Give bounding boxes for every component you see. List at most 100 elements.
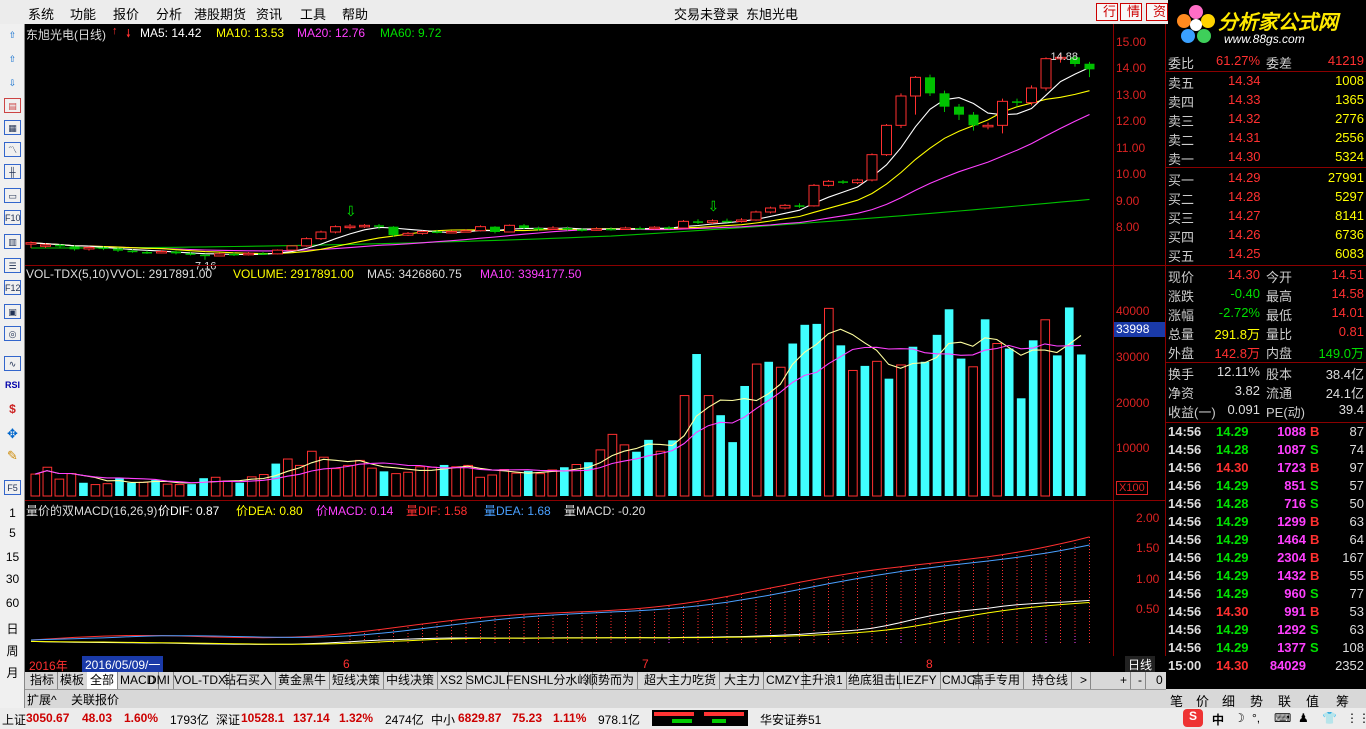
stat-label: 股本 — [1266, 367, 1293, 382]
period-month[interactable]: 月 — [0, 664, 25, 681]
news-button[interactable]: 资 — [1146, 3, 1168, 21]
tab-21[interactable]: 高手专用 — [969, 672, 1025, 689]
volume-bar — [487, 474, 498, 497]
tab-7[interactable]: 黄金黑牛 — [275, 672, 331, 689]
chart-area[interactable]: ⇩ ⇩ 14.88 7.16 — [25, 24, 1113, 656]
pencil-icon[interactable]: ✎ — [4, 448, 21, 463]
tab-12[interactable]: FENSHL分水岭 — [503, 672, 594, 689]
buy-row: 买五 14.25 6083 — [1166, 245, 1366, 264]
window-icon[interactable]: ▭ — [4, 188, 21, 203]
tick-price: 14.29 — [1216, 568, 1249, 583]
tab-4[interactable]: DMI — [145, 672, 174, 689]
period-indicator[interactable]: 日线 — [1125, 656, 1156, 673]
tab-6[interactable]: 钻石买入 — [221, 672, 277, 689]
menu-analysis[interactable]: 分析 — [156, 4, 182, 23]
menu-tools[interactable]: 工具 — [300, 4, 326, 23]
quote-button[interactable]: 行 — [1096, 3, 1118, 21]
tab-15[interactable]: 大主力 — [721, 672, 765, 689]
period-week[interactable]: 周 — [0, 642, 25, 659]
order-ratio-value: 61.27% — [1216, 53, 1261, 68]
tab-23[interactable]: > — [1077, 672, 1092, 689]
info-button[interactable]: 情 — [1120, 3, 1142, 21]
fundamental-row: 换手 12.11% 股本 38.4亿 — [1166, 363, 1366, 382]
arrow-up-icon[interactable]: ⇧ — [4, 28, 21, 43]
tick-side: B — [1310, 604, 1320, 619]
document-icon[interactable]: ▥ — [4, 234, 21, 249]
zoom-control-2[interactable]: 0 — [1153, 672, 1167, 689]
tick-volume: 960 — [1284, 586, 1306, 601]
tab-18[interactable]: 绝底狙击 — [845, 672, 901, 689]
f10-icon[interactable]: F10 — [4, 210, 21, 225]
tick-row: 14:56 14.28 716 S 50 — [1166, 495, 1366, 514]
menu-system[interactable]: 系统 — [28, 4, 54, 23]
sogou-s-icon[interactable]: S — [1183, 709, 1203, 727]
tab-1[interactable]: 模板 — [57, 672, 89, 689]
menu-hk-futures[interactable]: 港股期货 — [194, 4, 246, 23]
circle-icon[interactable]: ◎ — [4, 326, 21, 341]
tab-0[interactable]: 指标 — [27, 672, 59, 689]
candle — [895, 95, 907, 126]
shirt-icon[interactable]: 👕 — [1322, 711, 1337, 725]
period-day[interactable]: 日 — [0, 620, 25, 637]
tab-17[interactable]: 主升浪1 — [797, 672, 847, 689]
zoom-control-0[interactable]: + — [1117, 672, 1132, 689]
menu-quote[interactable]: 报价 — [113, 4, 139, 23]
arrow-down-icon[interactable]: ⇩ — [4, 76, 21, 91]
moon-icon[interactable]: ☽ — [1234, 711, 1245, 725]
tab-8[interactable]: 短线决策 — [329, 672, 385, 689]
punct-icon[interactable]: °, — [1252, 711, 1260, 725]
menu-function[interactable]: 功能 — [70, 4, 96, 23]
move-icon[interactable]: ✥ — [4, 426, 21, 441]
period-15min[interactable]: 15 — [0, 550, 25, 564]
stat-value: -2.72% — [1218, 305, 1260, 320]
menu-news[interactable]: 资讯 — [256, 4, 282, 23]
keyboard-icon[interactable]: ⌨ — [1274, 711, 1291, 725]
chart-canvas[interactable]: ⇩ ⇩14.887.16 — [25, 24, 1113, 656]
list-icon[interactable]: ☰ — [4, 258, 21, 273]
period-5min[interactable]: 5 — [0, 526, 25, 540]
grid-icon[interactable]: ▣ — [4, 304, 21, 319]
quote-price: 14.30 — [1228, 149, 1261, 164]
period-1min[interactable]: 1 — [0, 506, 25, 520]
axis-label: 0.50 — [1136, 602, 1160, 616]
period-60min[interactable]: 60 — [0, 596, 25, 610]
axis-label: 11.00 — [1116, 141, 1146, 155]
f5-icon[interactable]: F5 — [4, 480, 21, 495]
dollar-icon[interactable]: $ — [4, 402, 21, 417]
tab-9[interactable]: 中线决策 — [383, 672, 439, 689]
period-30min[interactable]: 30 — [0, 572, 25, 586]
f12-icon[interactable]: F12 — [4, 280, 21, 295]
candle — [402, 232, 414, 236]
candle — [750, 211, 762, 221]
tab-14[interactable]: 超大主力吃货 — [641, 672, 721, 689]
candle — [954, 106, 964, 115]
sell-row: 卖三 14.32 2776 — [1166, 110, 1366, 129]
person-icon[interactable]: ♟ — [1298, 711, 1309, 725]
tick-price: 14.29 — [1216, 478, 1249, 493]
stat-value: 12.11% — [1216, 364, 1260, 379]
menu-help[interactable]: 帮助 — [342, 4, 368, 23]
table-icon[interactable]: ▦ — [4, 120, 21, 135]
volume-bar — [102, 483, 113, 497]
report-icon[interactable]: ▤ — [4, 98, 21, 113]
related-quote-button[interactable]: 关联报价 — [71, 691, 119, 708]
rsi-icon[interactable]: RSI — [4, 378, 21, 393]
price-dea-line — [30, 602, 1090, 645]
stat-label: 涨幅 — [1168, 308, 1195, 323]
candle — [200, 254, 210, 257]
arrow-up-icon[interactable]: ⇧ — [4, 52, 21, 67]
tab-22[interactable]: 持仓线 — [1029, 672, 1073, 689]
tab-19[interactable]: LIEZFY — [893, 672, 941, 689]
grid-menu-icon[interactable]: ⋮⋮ — [1346, 711, 1366, 725]
line-chart-icon[interactable]: 〽 — [4, 142, 21, 157]
ime-mode[interactable]: 中 — [1212, 711, 1224, 728]
login-status[interactable]: 交易未登录 — [674, 4, 739, 23]
tab-13[interactable]: 顺势而为 — [583, 672, 639, 689]
expand-button[interactable]: 扩展^ — [27, 691, 57, 708]
tab-2[interactable]: 全部 — [87, 672, 119, 689]
candle — [910, 76, 921, 97]
zoom-control-1[interactable]: - — [1135, 672, 1146, 689]
wave-icon[interactable]: ∿ — [4, 356, 21, 371]
zx-amount: 978.1亿 — [598, 713, 641, 727]
candle-chart-icon[interactable]: ╫ — [4, 164, 21, 179]
